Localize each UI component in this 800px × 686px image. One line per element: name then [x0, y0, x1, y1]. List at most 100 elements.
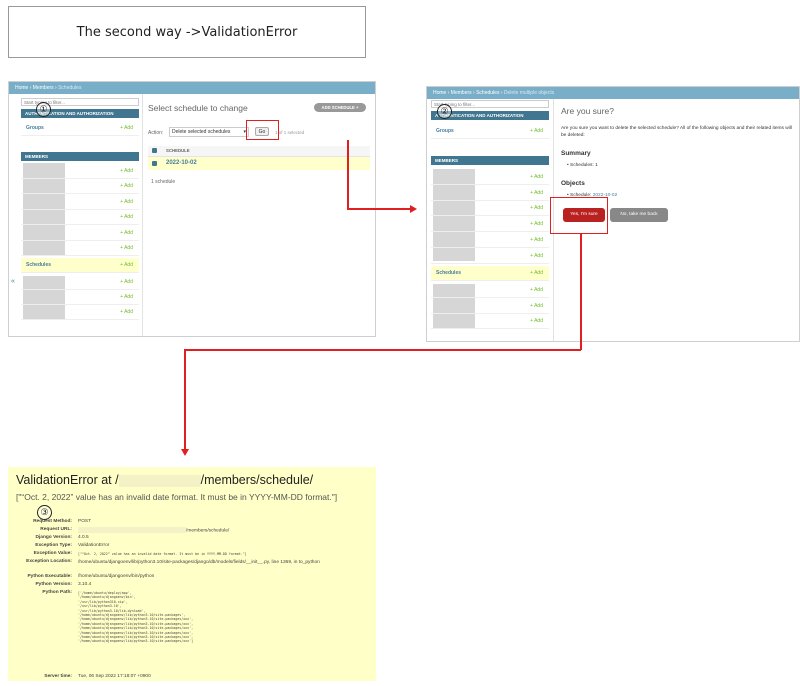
add-link[interactable]: + Add: [530, 303, 543, 309]
info-row: Python Version: 3.10.4: [8, 582, 376, 590]
info-row: Python Executable: /home/ubuntu/djangoenv…: [8, 574, 376, 582]
add-link[interactable]: + Add: [120, 214, 133, 220]
sidebar-item-5[interactable]: + Add: [431, 233, 549, 248]
add-link[interactable]: + Add: [530, 190, 543, 196]
sidebar-item-3[interactable]: + Add: [431, 201, 549, 216]
step-marker-3: ③: [37, 505, 52, 520]
sidebar-item-5[interactable]: + Add: [21, 226, 139, 241]
title-text: The second way ->ValidationError: [76, 24, 298, 40]
info-row: Exception Value: ["“Oct. 2, 2022” value h…: [8, 551, 376, 559]
sidebar-item-groups[interactable]: Groups + Add: [431, 124, 549, 139]
sidebar-item-4[interactable]: + Add: [21, 210, 139, 225]
schedules-add-link[interactable]: + Add: [530, 270, 543, 276]
arrow-down-icon: [181, 449, 189, 456]
sidebar-item-7[interactable]: + Add: [431, 283, 549, 298]
add-link[interactable]: + Add: [120, 294, 133, 300]
groups-add-link[interactable]: + Add: [120, 125, 133, 131]
python-path-list: ['/home/ubuntu/deploy/app', '/home/ubunt…: [78, 591, 370, 644]
table-row: 2022-10-02: [148, 157, 370, 170]
info-value: /home/ubuntu/djangoenv/lib/python3.10/si…: [78, 560, 320, 565]
take-me-back-button[interactable]: No, take me back: [610, 208, 668, 222]
sidebar-item-6[interactable]: + Add: [21, 241, 139, 256]
add-link[interactable]: + Add: [120, 230, 133, 236]
info-value: 4.0.5: [78, 535, 89, 540]
groups-link[interactable]: Groups: [26, 125, 44, 131]
sidebar-item-7[interactable]: + Add: [21, 275, 139, 290]
breadcrumb-home[interactable]: Home: [433, 90, 446, 96]
groups-add-link[interactable]: + Add: [530, 128, 543, 134]
add-link[interactable]: + Add: [120, 279, 133, 285]
request-url-path: /members/schedule/: [186, 528, 230, 534]
connector-line: [580, 234, 582, 350]
breadcrumb-schedules[interactable]: Schedules: [476, 90, 499, 96]
info-value: ["“Oct. 2, 2022” value has an invalid da…: [78, 552, 247, 556]
admin-changelist-panel: Home › Members › Schedules Start typing …: [8, 81, 376, 337]
members-module-header: MEMBERS: [431, 156, 549, 165]
highlight-confirm-button: [550, 197, 608, 234]
breadcrumb: Home › Members › Schedules: [9, 82, 375, 94]
error-title-prefix: ValidationError at /: [16, 473, 119, 487]
breadcrumb-current: Schedules: [58, 85, 82, 91]
connector-line: [184, 349, 186, 449]
breadcrumb-current: Delete multiple objects: [503, 90, 555, 96]
add-link[interactable]: + Add: [120, 309, 133, 315]
add-link[interactable]: + Add: [530, 205, 543, 211]
schedules-link[interactable]: Schedules: [436, 270, 461, 276]
sidebar-item-9[interactable]: + Add: [431, 314, 549, 329]
sidebar-item-schedules[interactable]: Schedules + Add: [21, 258, 139, 273]
info-key: Exception Location:: [26, 559, 72, 564]
add-link[interactable]: + Add: [530, 318, 543, 324]
add-link[interactable]: + Add: [120, 183, 133, 189]
sidebar-item-8[interactable]: + Add: [21, 290, 139, 305]
info-row: Server time: Tue, 06 Sep 2022 17:18:07 +0…: [8, 674, 376, 682]
info-key: Python Executable:: [27, 574, 72, 579]
breadcrumb-members[interactable]: Members: [451, 90, 472, 96]
add-link[interactable]: + Add: [530, 174, 543, 180]
sidebar-item-1[interactable]: + Add: [431, 170, 549, 185]
add-schedule-button[interactable]: ADD SCHEDULE +: [314, 103, 366, 112]
sidebar-item-1[interactable]: + Add: [21, 164, 139, 179]
sidebar-item-4[interactable]: + Add: [431, 217, 549, 232]
info-key: Request Method:: [33, 519, 72, 524]
add-link[interactable]: + Add: [120, 245, 133, 251]
breadcrumb: Home › Members › Schedules › Delete mult…: [427, 87, 799, 99]
debug-error-page: ValidationError at / /members/schedule/ […: [8, 467, 376, 681]
sidebar-item-2[interactable]: + Add: [21, 179, 139, 194]
schedules-link[interactable]: Schedules: [26, 262, 51, 268]
select-all-checkbox[interactable]: [152, 148, 157, 153]
add-link[interactable]: + Add: [120, 199, 133, 205]
result-count: 1 schedule: [151, 179, 176, 185]
sidebar-item-6[interactable]: + Add: [431, 249, 549, 264]
breadcrumb-home[interactable]: Home: [15, 85, 28, 91]
add-link[interactable]: + Add: [120, 168, 133, 174]
redacted-host: [118, 474, 201, 487]
sidebar-item-schedules[interactable]: Schedules + Add: [431, 266, 549, 281]
info-value: Tue, 06 Sep 2022 17:18:07 +0900: [78, 674, 151, 679]
action-select-value: Delete selected schedules: [172, 129, 231, 135]
row-checkbox[interactable]: [152, 161, 157, 166]
add-link[interactable]: + Add: [530, 221, 543, 227]
info-row: Python Path: ['/home/ubuntu/deploy/app',…: [8, 590, 376, 674]
groups-link[interactable]: Groups: [436, 128, 454, 134]
info-value: POST: [78, 519, 92, 524]
info-key: Request URL:: [40, 527, 72, 532]
row-link-schedule[interactable]: 2022-10-02: [166, 160, 197, 166]
sidebar-item-9[interactable]: + Add: [21, 305, 139, 320]
sidebar-item-8[interactable]: + Add: [431, 299, 549, 314]
schedules-add-link[interactable]: + Add: [120, 262, 133, 268]
confirm-heading: Are you sure?: [561, 106, 614, 116]
info-value: ValidationError: [78, 543, 110, 548]
add-link[interactable]: + Add: [530, 253, 543, 259]
sidebar-item-2[interactable]: + Add: [431, 186, 549, 201]
breadcrumb-members[interactable]: Members: [33, 85, 54, 91]
column-header-schedule[interactable]: SCHEDULE: [166, 148, 190, 153]
sidebar-item-3[interactable]: + Add: [21, 195, 139, 210]
add-link[interactable]: + Add: [530, 287, 543, 293]
info-value: /members/schedule/: [78, 527, 370, 533]
action-select[interactable]: Delete selected schedules ▾: [169, 127, 249, 137]
sidebar-item-groups[interactable]: Groups + Add: [21, 121, 139, 136]
add-link[interactable]: + Add: [530, 237, 543, 243]
title-box: The second way ->ValidationError: [8, 6, 366, 58]
collapse-sidebar-icon[interactable]: «: [11, 278, 15, 285]
path-line: '/home/ubuntu/djangoenv/lib/python3.10/s…: [78, 639, 194, 644]
